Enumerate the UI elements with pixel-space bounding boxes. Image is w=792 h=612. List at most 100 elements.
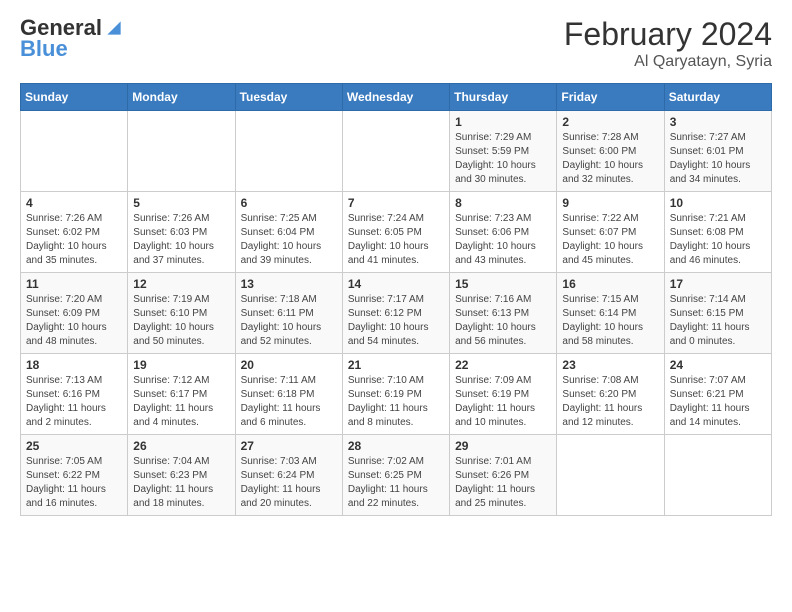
- calendar-week-row: 4Sunrise: 7:26 AM Sunset: 6:02 PM Daylig…: [21, 192, 772, 273]
- day-info: Sunrise: 7:21 AM Sunset: 6:08 PM Dayligh…: [670, 212, 766, 268]
- day-info: Sunrise: 7:23 AM Sunset: 6:06 PM Dayligh…: [455, 212, 551, 268]
- location-subtitle: Al Qaryatayn, Syria: [564, 53, 772, 71]
- calendar-cell: [21, 111, 128, 192]
- calendar-cell: 25 Sunrise: 7:05 AM Sunset: 6:22 PM Dayli…: [21, 435, 128, 516]
- calendar-week-row: 18 Sunrise: 7:13 AM Sunset: 6:16 PM Dayli…: [21, 354, 772, 435]
- calendar-week-row: 11 Sunrise: 7:20 AM Sunset: 6:09 PM Dayli…: [21, 273, 772, 354]
- day-number: 2: [562, 115, 658, 129]
- day-number: 26: [133, 439, 229, 453]
- calendar-cell: 28Sunrise: 7:02 AM Sunset: 6:25 PM Dayli…: [342, 435, 449, 516]
- calendar-cell: 2 Sunrise: 7:28 AM Sunset: 6:00 PM Daylig…: [557, 111, 664, 192]
- day-number: 9: [562, 196, 658, 210]
- day-info: Sunrise: 7:04 AM Sunset: 6:23 PM Dayligh…: [133, 455, 229, 511]
- calendar-cell: 9Sunrise: 7:22 AM Sunset: 6:07 PM Daylig…: [557, 192, 664, 273]
- calendar-cell: 16 Sunrise: 7:15 AM Sunset: 6:14 PM Dayli…: [557, 273, 664, 354]
- day-number: 23: [562, 358, 658, 372]
- weekday-header: Saturday: [664, 84, 771, 111]
- month-title: February 2024: [564, 16, 772, 53]
- weekday-header: Thursday: [450, 84, 557, 111]
- day-number: 15: [455, 277, 551, 291]
- day-number: 10: [670, 196, 766, 210]
- weekday-header: Sunday: [21, 84, 128, 111]
- day-number: 22: [455, 358, 551, 372]
- calendar-cell: 6 Sunrise: 7:25 AM Sunset: 6:04 PM Daylig…: [235, 192, 342, 273]
- day-info: Sunrise: 7:25 AM Sunset: 6:04 PM Dayligh…: [241, 212, 337, 268]
- day-number: 25: [26, 439, 122, 453]
- calendar-cell: 1Sunrise: 7:29 AM Sunset: 5:59 PM Daylig…: [450, 111, 557, 192]
- day-info: Sunrise: 7:18 AM Sunset: 6:11 PM Dayligh…: [241, 293, 337, 349]
- weekday-header: Wednesday: [342, 84, 449, 111]
- calendar-cell: 15 Sunrise: 7:16 AM Sunset: 6:13 PM Dayli…: [450, 273, 557, 354]
- day-info: Sunrise: 7:20 AM Sunset: 6:09 PM Dayligh…: [26, 293, 122, 349]
- day-info: Sunrise: 7:10 AM Sunset: 6:19 PM Dayligh…: [348, 374, 444, 430]
- day-number: 20: [241, 358, 337, 372]
- day-number: 16: [562, 277, 658, 291]
- day-number: 28: [348, 439, 444, 453]
- calendar-header-row: SundayMondayTuesdayWednesdayThursdayFrid…: [21, 84, 772, 111]
- calendar-cell: 5 Sunrise: 7:26 AM Sunset: 6:03 PM Daylig…: [128, 192, 235, 273]
- calendar-week-row: 1Sunrise: 7:29 AM Sunset: 5:59 PM Daylig…: [21, 111, 772, 192]
- calendar-cell: 23Sunrise: 7:08 AM Sunset: 6:20 PM Dayli…: [557, 354, 664, 435]
- day-number: 7: [348, 196, 444, 210]
- day-info: Sunrise: 7:28 AM Sunset: 6:00 PM Dayligh…: [562, 131, 658, 187]
- page-header: General Blue February 2024 Al Qaryatayn,…: [20, 16, 772, 71]
- day-info: Sunrise: 7:15 AM Sunset: 6:14 PM Dayligh…: [562, 293, 658, 349]
- day-info: Sunrise: 7:01 AM Sunset: 6:26 PM Dayligh…: [455, 455, 551, 511]
- calendar-cell: 8 Sunrise: 7:23 AM Sunset: 6:06 PM Daylig…: [450, 192, 557, 273]
- calendar-cell: 12 Sunrise: 7:19 AM Sunset: 6:10 PM Dayli…: [128, 273, 235, 354]
- day-info: Sunrise: 7:05 AM Sunset: 6:22 PM Dayligh…: [26, 455, 122, 511]
- calendar-cell: 19 Sunrise: 7:12 AM Sunset: 6:17 PM Dayli…: [128, 354, 235, 435]
- calendar-cell: 13Sunrise: 7:18 AM Sunset: 6:11 PM Dayli…: [235, 273, 342, 354]
- calendar-cell: [557, 435, 664, 516]
- day-number: 19: [133, 358, 229, 372]
- day-number: 11: [26, 277, 122, 291]
- day-number: 8: [455, 196, 551, 210]
- calendar-cell: [342, 111, 449, 192]
- calendar-cell: [235, 111, 342, 192]
- day-info: Sunrise: 7:17 AM Sunset: 6:12 PM Dayligh…: [348, 293, 444, 349]
- day-number: 6: [241, 196, 337, 210]
- calendar-cell: 21 Sunrise: 7:10 AM Sunset: 6:19 PM Dayli…: [342, 354, 449, 435]
- calendar-week-row: 25 Sunrise: 7:05 AM Sunset: 6:22 PM Dayli…: [21, 435, 772, 516]
- day-info: Sunrise: 7:09 AM Sunset: 6:19 PM Dayligh…: [455, 374, 551, 430]
- day-number: 29: [455, 439, 551, 453]
- day-number: 24: [670, 358, 766, 372]
- day-info: Sunrise: 7:11 AM Sunset: 6:18 PM Dayligh…: [241, 374, 337, 430]
- calendar-cell: 14 Sunrise: 7:17 AM Sunset: 6:12 PM Dayli…: [342, 273, 449, 354]
- day-info: Sunrise: 7:14 AM Sunset: 6:15 PM Dayligh…: [670, 293, 766, 349]
- calendar-table: SundayMondayTuesdayWednesdayThursdayFrid…: [20, 83, 772, 516]
- calendar-cell: [128, 111, 235, 192]
- day-number: 5: [133, 196, 229, 210]
- day-number: 12: [133, 277, 229, 291]
- calendar-cell: 11 Sunrise: 7:20 AM Sunset: 6:09 PM Dayli…: [21, 273, 128, 354]
- day-number: 3: [670, 115, 766, 129]
- day-info: Sunrise: 7:29 AM Sunset: 5:59 PM Dayligh…: [455, 131, 551, 187]
- weekday-header: Friday: [557, 84, 664, 111]
- weekday-header: Monday: [128, 84, 235, 111]
- day-info: Sunrise: 7:07 AM Sunset: 6:21 PM Dayligh…: [670, 374, 766, 430]
- day-info: Sunrise: 7:13 AM Sunset: 6:16 PM Dayligh…: [26, 374, 122, 430]
- logo: General Blue: [20, 16, 124, 62]
- calendar-cell: 22 Sunrise: 7:09 AM Sunset: 6:19 PM Dayli…: [450, 354, 557, 435]
- calendar-cell: 3 Sunrise: 7:27 AM Sunset: 6:01 PM Daylig…: [664, 111, 771, 192]
- weekday-header: Tuesday: [235, 84, 342, 111]
- day-number: 14: [348, 277, 444, 291]
- day-info: Sunrise: 7:12 AM Sunset: 6:17 PM Dayligh…: [133, 374, 229, 430]
- day-info: Sunrise: 7:16 AM Sunset: 6:13 PM Dayligh…: [455, 293, 551, 349]
- calendar-cell: 7Sunrise: 7:24 AM Sunset: 6:05 PM Daylig…: [342, 192, 449, 273]
- day-info: Sunrise: 7:26 AM Sunset: 6:03 PM Dayligh…: [133, 212, 229, 268]
- calendar-cell: [664, 435, 771, 516]
- calendar-cell: 10 Sunrise: 7:21 AM Sunset: 6:08 PM Dayli…: [664, 192, 771, 273]
- day-info: Sunrise: 7:19 AM Sunset: 6:10 PM Dayligh…: [133, 293, 229, 349]
- calendar-cell: 26 Sunrise: 7:04 AM Sunset: 6:23 PM Dayli…: [128, 435, 235, 516]
- logo-icon: [104, 18, 124, 38]
- day-number: 18: [26, 358, 122, 372]
- title-block: February 2024 Al Qaryatayn, Syria: [564, 16, 772, 71]
- calendar-cell: 27Sunrise: 7:03 AM Sunset: 6:24 PM Dayli…: [235, 435, 342, 516]
- day-number: 17: [670, 277, 766, 291]
- calendar-cell: 24 Sunrise: 7:07 AM Sunset: 6:21 PM Dayli…: [664, 354, 771, 435]
- day-info: Sunrise: 7:27 AM Sunset: 6:01 PM Dayligh…: [670, 131, 766, 187]
- day-number: 21: [348, 358, 444, 372]
- day-info: Sunrise: 7:26 AM Sunset: 6:02 PM Dayligh…: [26, 212, 122, 268]
- calendar-cell: 18 Sunrise: 7:13 AM Sunset: 6:16 PM Dayli…: [21, 354, 128, 435]
